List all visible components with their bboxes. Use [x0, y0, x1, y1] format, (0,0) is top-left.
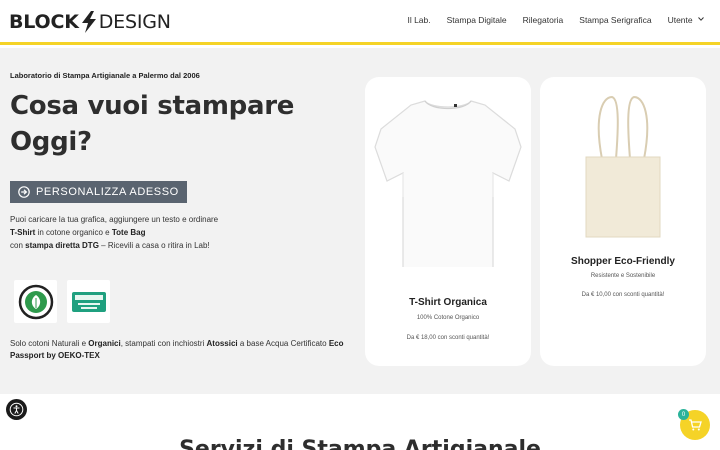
materials-organici: Organici — [88, 339, 121, 348]
tshirt-image — [374, 100, 522, 267]
brand-part2: DESIGN — [98, 11, 171, 33]
materials-text-a: Solo cotoni Naturali e — [10, 339, 89, 348]
desc-tshirt: T-Shirt — [10, 228, 36, 237]
product-subtitle: Resistente e Sostenibile — [590, 273, 656, 279]
chevron-down-icon — [698, 17, 704, 21]
desc-line3a: con — [10, 241, 26, 250]
product-price: Da € 10,00 con sconti quantità! — [581, 292, 665, 298]
nav-item-stampa-serigrafica[interactable]: Stampa Serigrafica — [579, 15, 651, 25]
cart-count-badge: 0 — [678, 409, 689, 420]
accessibility-button[interactable] — [6, 399, 27, 420]
organic-certification-badge — [14, 280, 57, 323]
main-nav: Il Lab. Stampa Digitale Rilegatoria Stam… — [407, 15, 704, 25]
site-header: BLOCK DESIGN Il Lab. Stampa Digitale Ril… — [0, 0, 720, 45]
desc-line1: Puoi caricare la tua grafica, aggiungere… — [10, 215, 219, 224]
materials-text-c: a base Acqua Certificato — [237, 339, 329, 348]
arrow-circle-right-icon — [18, 186, 30, 198]
product-title[interactable]: Shopper Eco-Friendly — [540, 256, 706, 267]
personalizza-label: PERSONALIZZA ADESSO — [36, 186, 179, 198]
nav-item-utente[interactable]: Utente — [668, 15, 704, 25]
section-title: Servizi di Stampa Artigianale — [179, 437, 541, 450]
hero-materials-text: Solo cotoni Naturali e Organici, stampat… — [10, 338, 362, 362]
desc-line2: in cotone organico e — [35, 228, 112, 237]
accessibility-icon — [9, 402, 24, 417]
tote-bag-image — [585, 95, 661, 238]
hero-section: Laboratorio di Stampa Artigianale a Pale… — [0, 48, 720, 394]
product-subtitle: 100% Cotone Organico — [416, 315, 480, 321]
materials-atossici: Atossici — [206, 339, 238, 348]
desc-line3b: – Ricevili a casa o ritira in Lab! — [98, 241, 210, 250]
eco-passport-logo-icon — [71, 291, 106, 312]
hero-headline: Cosa vuoi stampare Oggi? — [10, 91, 295, 157]
nav-item-utente-label: Utente — [667, 15, 693, 25]
organic-seal-icon — [18, 284, 53, 319]
hero-tagline: Laboratorio di Stampa Artigianale a Pale… — [10, 71, 200, 80]
desc-dtg: stampa diretta DTG — [25, 241, 99, 250]
hero-description: Puoi caricare la tua grafica, aggiungere… — [10, 213, 260, 252]
nav-item-lab[interactable]: Il Lab. — [407, 15, 430, 25]
nav-item-rilegatoria[interactable]: Rilegatoria — [523, 15, 564, 25]
product-title[interactable]: T-Shirt Organica — [365, 297, 531, 308]
product-card-tshirt[interactable]: T-Shirt Organica 100% Cotone Organico Da… — [365, 77, 531, 366]
product-price: Da € 18,00 con sconti quantità! — [406, 335, 490, 341]
materials-text-b: , stampati con inchiostri — [120, 339, 207, 348]
oeko-tex-badge — [67, 280, 110, 323]
brand-part1: BLOCK — [9, 11, 79, 33]
personalizza-button[interactable]: PERSONALIZZA ADESSO — [10, 181, 187, 203]
nav-item-stampa-digitale[interactable]: Stampa Digitale — [447, 15, 507, 25]
desc-totebag: Tote Bag — [111, 228, 146, 237]
product-card-shopper[interactable]: Shopper Eco-Friendly Resistente e Sosten… — [540, 77, 706, 366]
cart-icon — [689, 419, 702, 431]
brand-logo[interactable]: BLOCK DESIGN — [9, 11, 171, 33]
lightning-bolt-icon — [81, 11, 96, 33]
